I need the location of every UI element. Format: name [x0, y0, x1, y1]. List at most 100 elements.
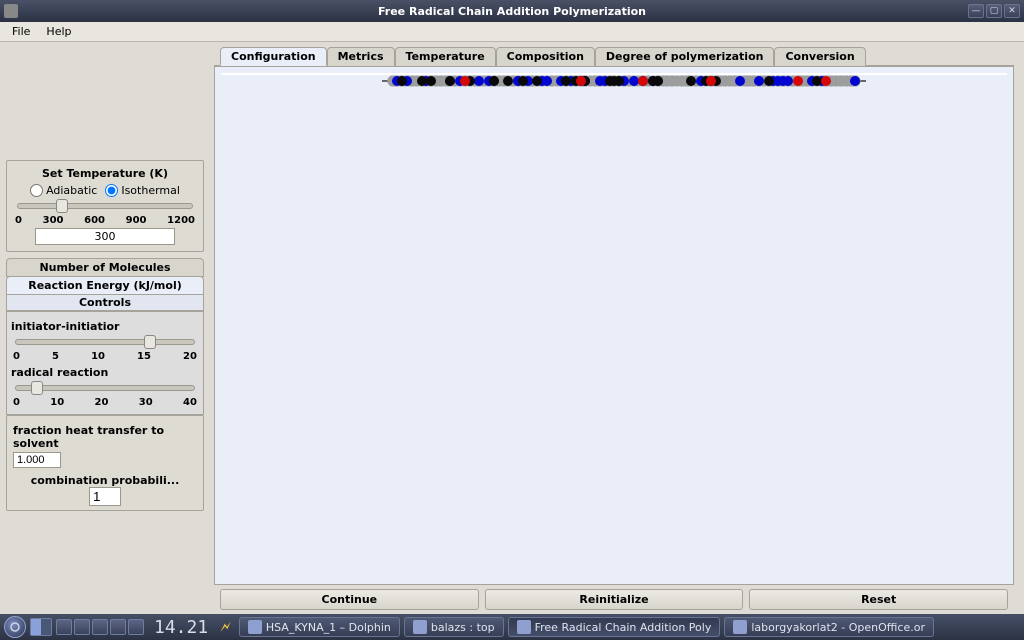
tick-label: 20: [183, 351, 197, 362]
gray-particle: [667, 76, 678, 87]
combination-label: combination probabili...: [13, 474, 197, 487]
black-particle: [648, 76, 658, 86]
tray-network-icon[interactable]: [74, 619, 90, 635]
black-particle: [397, 76, 407, 86]
start-button[interactable]: [4, 616, 26, 638]
config-canvas: [221, 73, 1007, 75]
temperature-slider[interactable]: [17, 203, 193, 209]
tab-reaction-energy[interactable]: Reaction Energy (kJ/mol): [6, 276, 204, 295]
temperature-slider-thumb[interactable]: [56, 199, 68, 213]
black-particle: [532, 76, 542, 86]
radical-slider[interactable]: [15, 385, 195, 391]
taskbar-item[interactable]: HSA_KYNA_1 – Dolphin: [239, 617, 400, 637]
window-controls: — ▢ ✕: [968, 4, 1020, 18]
blue-particle: [542, 76, 552, 86]
tick-label: 30: [139, 397, 153, 408]
radical-slider-thumb[interactable]: [31, 381, 43, 395]
black-particle: [764, 76, 774, 86]
temperature-title: Set Temperature (K): [13, 167, 197, 180]
red-particle: [460, 76, 470, 86]
radio-isothermal-input[interactable]: [105, 184, 118, 197]
tick-label: 1200: [167, 215, 195, 226]
taskbar-item-icon: [517, 620, 531, 634]
tick-label: 20: [95, 397, 109, 408]
blue-particle: [735, 76, 745, 86]
taskbar-item[interactable]: balazs : top: [404, 617, 504, 637]
taskbar-item-icon: [413, 620, 427, 634]
black-particle: [417, 76, 427, 86]
tab-composition[interactable]: Composition: [496, 47, 595, 66]
blue-particle: [474, 76, 484, 86]
taskbar-clock[interactable]: 14.21: [154, 617, 208, 638]
close-button[interactable]: ✕: [1004, 4, 1020, 18]
black-particle: [426, 76, 436, 86]
tab-degree-of-polymerization[interactable]: Degree of polymerization: [595, 47, 775, 66]
blue-particle: [754, 76, 764, 86]
fraction-panel: fraction heat transfer to solvent combin…: [6, 415, 204, 511]
battery-charging-icon[interactable]: 🗲: [220, 617, 231, 637]
red-particle: [793, 76, 803, 86]
radical-label: radical reaction: [11, 366, 199, 379]
taskbar: 14.21 🗲 HSA_KYNA_1 – Dolphinbalazs : top…: [0, 614, 1024, 640]
configuration-panel: [214, 66, 1014, 585]
tray-show-desktop-icon[interactable]: [56, 619, 72, 635]
initiator-slider-thumb[interactable]: [144, 335, 156, 349]
fraction-input[interactable]: [13, 452, 61, 468]
temperature-input[interactable]: [35, 228, 175, 245]
tick-label: 0: [15, 215, 22, 226]
menu-file[interactable]: File: [4, 23, 38, 40]
tab-number-of-molecules[interactable]: Number of Molecules: [6, 258, 204, 277]
menu-help[interactable]: Help: [38, 23, 79, 40]
red-particle: [706, 76, 716, 86]
radio-adiabatic[interactable]: Adiabatic: [30, 184, 97, 197]
action-row: Continue Reinitialize Reset: [214, 585, 1014, 610]
black-particle: [561, 76, 571, 86]
tick-label: 900: [126, 215, 147, 226]
fraction-label: fraction heat transfer to solvent: [13, 424, 197, 450]
blue-particle: [629, 76, 639, 86]
temperature-panel: Set Temperature (K) Adiabatic Isothermal…: [6, 160, 204, 252]
tick-label: 0: [13, 351, 20, 362]
taskbar-item-icon: [248, 620, 262, 634]
reset-button[interactable]: Reset: [749, 589, 1008, 610]
sidebar: Set Temperature (K) Adiabatic Isothermal…: [0, 42, 210, 614]
tray-folder-icon[interactable]: [92, 619, 108, 635]
combination-input[interactable]: [89, 487, 121, 506]
tick-label: 10: [50, 397, 64, 408]
red-particle: [576, 76, 586, 86]
blue-particle: [783, 76, 793, 86]
tray-icons: [56, 619, 144, 635]
titlebar: Free Radical Chain Addition Polymerizati…: [0, 0, 1024, 22]
initiator-slider[interactable]: [15, 339, 195, 345]
reinitialize-button[interactable]: Reinitialize: [485, 589, 744, 610]
tick-label: 0: [13, 397, 20, 408]
taskbar-item[interactable]: Free Radical Chain Addition Poly: [508, 617, 721, 637]
black-particle: [503, 76, 513, 86]
black-particle: [812, 76, 822, 86]
tick-label: 5: [52, 351, 59, 362]
tick-label: 600: [84, 215, 105, 226]
maximize-button[interactable]: ▢: [986, 4, 1002, 18]
tray-browser-icon[interactable]: [128, 619, 144, 635]
radio-isothermal[interactable]: Isothermal: [105, 184, 180, 197]
pager-icon[interactable]: [30, 618, 52, 636]
black-particle: [445, 76, 455, 86]
tab-temperature[interactable]: Temperature: [395, 47, 496, 66]
radio-adiabatic-input[interactable]: [30, 184, 43, 197]
tab-conversion[interactable]: Conversion: [774, 47, 865, 66]
tab-controls[interactable]: Controls: [6, 294, 204, 311]
reaction-energy-panel: initiator-initiatior 05101520 radical re…: [6, 311, 204, 415]
taskbar-item[interactable]: laborgyakorlat2 - OpenOffice.or: [724, 617, 934, 637]
radical-ticks: 010203040: [11, 397, 199, 408]
black-particle: [609, 76, 619, 86]
tab-configuration[interactable]: Configuration: [220, 47, 327, 66]
window-title: Free Radical Chain Addition Polymerizati…: [0, 5, 1024, 18]
minimize-button[interactable]: —: [968, 4, 984, 18]
black-particle: [686, 76, 696, 86]
red-particle: [821, 76, 831, 86]
tab-metrics[interactable]: Metrics: [327, 47, 395, 66]
initiator-label: initiator-initiatior: [11, 320, 199, 333]
continue-button[interactable]: Continue: [220, 589, 479, 610]
taskbar-item-label: Free Radical Chain Addition Poly: [535, 621, 712, 634]
tray-terminal-icon[interactable]: [110, 619, 126, 635]
